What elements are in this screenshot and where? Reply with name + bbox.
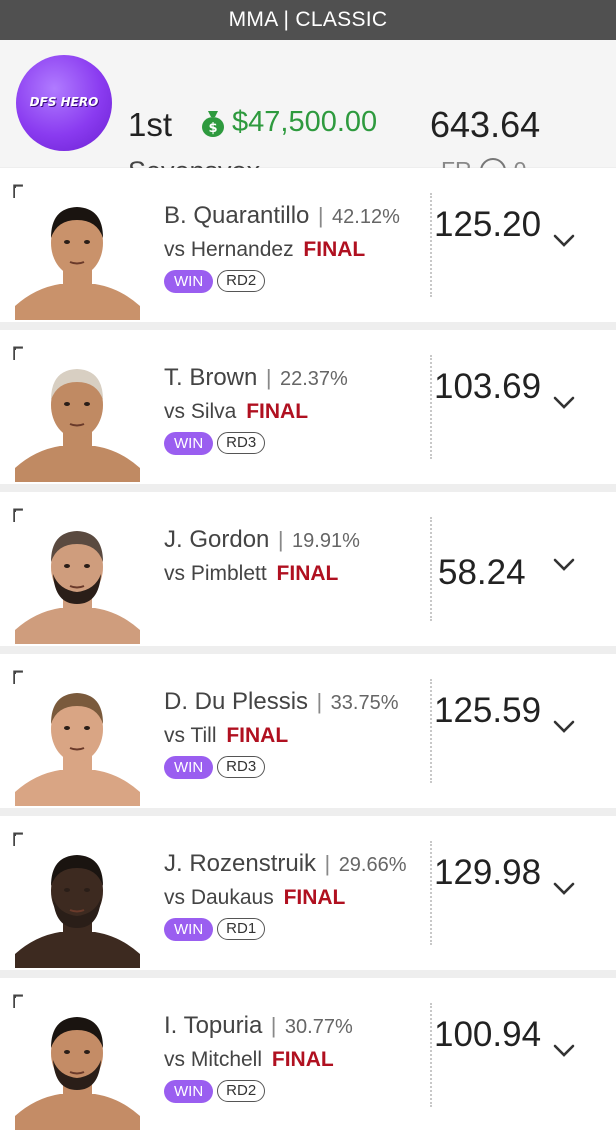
opponent-line: vs Hernandez FINAL (164, 238, 365, 262)
chevron-down-icon[interactable] (552, 1038, 576, 1062)
fighter-name-line: T. Brown | 22.37% (164, 364, 348, 392)
ownership-percent: 22.37% (280, 368, 348, 390)
fighter-name-line: J. Gordon | 19.91% (164, 526, 360, 554)
round-badge: RD3 (217, 432, 266, 454)
fighter-row[interactable]: F T. Brown | 22.37% vs Silva FINAL (0, 330, 616, 484)
win-badge: WIN (164, 270, 214, 293)
ownership-percent: 42.12% (332, 206, 400, 228)
fight-status: FINAL (226, 724, 289, 747)
win-badge: WIN (164, 918, 214, 941)
total-score: 643.64 (430, 104, 541, 145)
fighter-name-line: J. Rozenstruik | 29.66% (164, 850, 407, 878)
opponent-name: vs Till (164, 724, 217, 747)
fighter-name[interactable]: I. Topuria (164, 1012, 262, 1039)
contest-title: MMA | CLASSIC (228, 8, 388, 31)
chevron-down-icon[interactable] (552, 876, 576, 900)
win-badge: WIN (164, 1080, 214, 1103)
fighter-name[interactable]: B. Quarantillo (164, 202, 309, 229)
divider (430, 1003, 432, 1107)
opponent-name: vs Mitchell (164, 1048, 263, 1071)
result-tags: WIN RD3 (164, 756, 266, 779)
separator: | (317, 203, 324, 228)
fighter-photo (15, 998, 140, 1130)
opponent-name: vs Hernandez (164, 238, 294, 261)
ownership-percent: 30.77% (284, 1016, 353, 1038)
fight-status: FINAL (246, 400, 309, 423)
fight-status: FINAL (283, 886, 346, 909)
ownership-percent: 33.75% (330, 692, 399, 714)
money-bag-icon: $ (200, 109, 226, 137)
chevron-down-icon[interactable] (552, 228, 576, 252)
fighter-name-line: I. Topuria | 30.77% (164, 1012, 353, 1040)
result-tags: WIN RD2 (164, 270, 266, 293)
avatar[interactable]: DFS HERO (16, 55, 112, 151)
fighter-row[interactable]: F B. Quarantillo | 42.12% vs Hernandez F… (0, 168, 616, 322)
svg-text:$: $ (208, 121, 217, 136)
result-tags: WIN RD2 (164, 1080, 266, 1103)
opponent-name: vs Daukaus (164, 886, 274, 909)
chevron-down-icon[interactable] (552, 390, 576, 414)
opponent-name: vs Pimblett (164, 562, 267, 585)
chevron-down-icon[interactable] (552, 552, 576, 576)
opponent-name: vs Silva (164, 400, 237, 423)
round-badge: RD2 (217, 1080, 266, 1102)
entry-header: DFS HERO 1st $ $47,500.00 Sevensvox 643.… (0, 40, 616, 186)
win-badge: WIN (164, 432, 214, 455)
opponent-line: vs Mitchell FINAL (164, 1048, 334, 1072)
fantasy-points: 125.20 (434, 205, 542, 244)
divider (430, 355, 432, 459)
fighter-row[interactable]: F J. Rozenstruik | 29.66% vs Daukaus FIN… (0, 816, 616, 970)
fight-status: FINAL (271, 1048, 334, 1071)
fighter-row[interactable]: F I. Topuria | 30.77% vs Mitchell FINAL (0, 978, 616, 1132)
prize-amount: $ $47,500.00 (200, 106, 377, 139)
fighter-photo (15, 188, 140, 320)
fighter-row[interactable]: F J. Gordon | 19.91% vs Pimblett FINAL (0, 492, 616, 646)
fighter-name[interactable]: J. Rozenstruik (164, 850, 316, 877)
fantasy-points: 129.98 (434, 853, 542, 892)
win-badge: WIN (164, 756, 214, 779)
rank-label: 1st (128, 106, 173, 143)
fighter-name-line: B. Quarantillo | 42.12% (164, 202, 400, 230)
fantasy-points: 100.94 (434, 1015, 542, 1054)
prize-value: $47,500.00 (232, 106, 378, 138)
round-badge: RD1 (217, 918, 266, 940)
fighter-photo (15, 836, 140, 968)
opponent-line: vs Till FINAL (164, 724, 288, 748)
separator: | (324, 851, 331, 876)
fighter-name[interactable]: D. Du Plessis (164, 688, 308, 715)
fight-status: FINAL (276, 562, 339, 585)
result-tags: WIN RD1 (164, 918, 266, 941)
fighter-row[interactable]: F D. Du Plessis | 33.75% vs Till FINAL (0, 654, 616, 808)
separator: | (316, 689, 323, 714)
chevron-down-icon[interactable] (552, 714, 576, 738)
round-badge: RD2 (217, 270, 266, 292)
fantasy-points: 58.24 (438, 553, 526, 592)
opponent-line: vs Silva FINAL (164, 400, 308, 424)
divider (430, 841, 432, 945)
divider (430, 517, 432, 621)
divider (430, 679, 432, 783)
separator: | (277, 527, 284, 552)
ownership-percent: 29.66% (338, 854, 407, 876)
fantasy-points: 125.59 (434, 691, 542, 730)
fight-status: FINAL (303, 238, 366, 261)
separator: | (270, 1013, 277, 1038)
fighter-photo (15, 674, 140, 806)
result-tags: WIN RD3 (164, 432, 266, 455)
avatar-logo-text: DFS HERO (29, 95, 99, 109)
divider (430, 193, 432, 297)
opponent-line: vs Daukaus FINAL (164, 886, 345, 910)
ownership-percent: 19.91% (292, 530, 360, 552)
contest-title-bar: MMA | CLASSIC (0, 0, 616, 40)
opponent-line: vs Pimblett FINAL (164, 562, 338, 586)
fighter-name[interactable]: T. Brown (164, 364, 257, 391)
fighter-photo (15, 350, 140, 482)
fighter-name[interactable]: J. Gordon (164, 526, 269, 553)
fighter-name-line: D. Du Plessis | 33.75% (164, 688, 399, 716)
fantasy-points: 103.69 (434, 367, 542, 406)
round-badge: RD3 (217, 756, 266, 778)
separator: | (265, 365, 272, 390)
fighter-photo (15, 512, 140, 644)
